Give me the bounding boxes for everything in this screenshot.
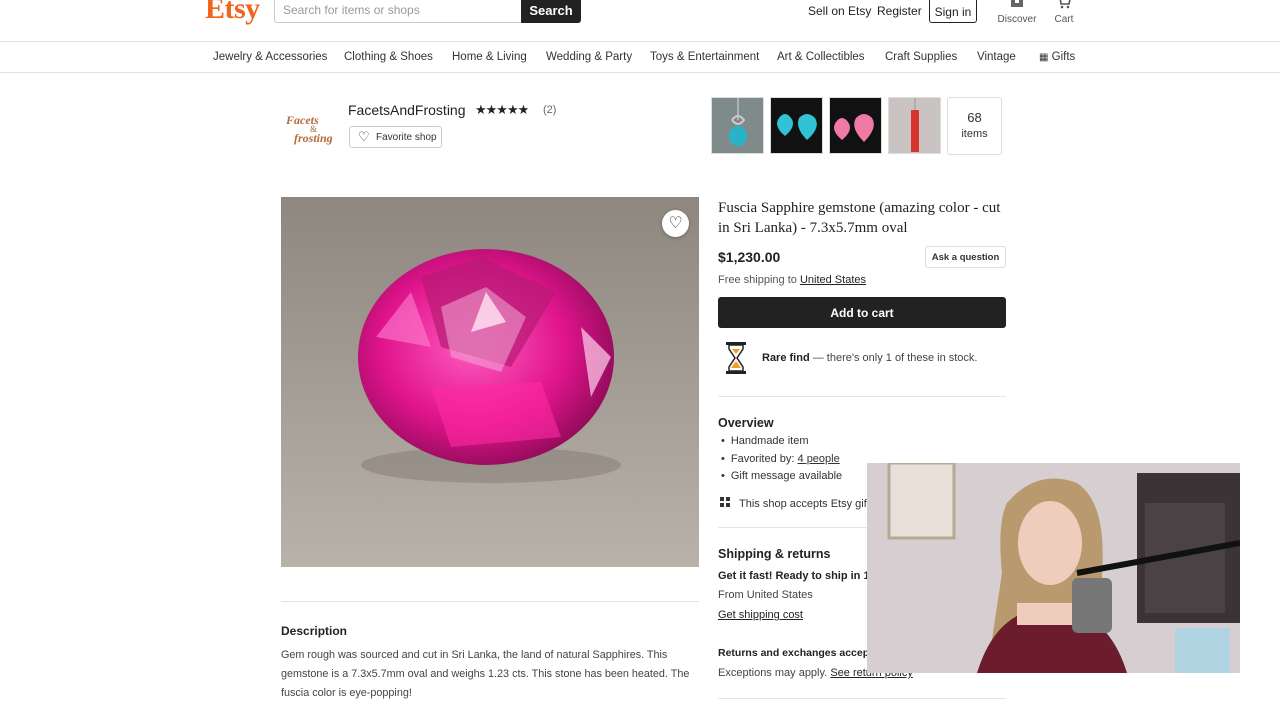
overview-heading: Overview (718, 416, 774, 430)
gift-icon: ▦ (1039, 52, 1049, 63)
category-toys[interactable]: Toys & Entertainment (650, 51, 759, 63)
overview-favorited: • Favorited by: 4 people (721, 453, 840, 465)
favorite-shop-label: Favorite shop (376, 132, 437, 143)
discover-button[interactable]: Discover (997, 0, 1037, 25)
gift-icon (720, 497, 730, 510)
search-button[interactable]: Search (521, 0, 581, 23)
category-clothing[interactable]: Clothing & Shoes (344, 51, 433, 63)
category-vintage[interactable]: Vintage (977, 51, 1016, 63)
rare-find-text: — there's only 1 of these in stock. (809, 352, 978, 364)
rare-find-label: Rare find (762, 352, 810, 364)
overview-gift-message-text: Gift message available (730, 470, 843, 482)
shipping-country-link[interactable]: United States (800, 274, 866, 286)
shop-thumbnail-3[interactable] (829, 97, 882, 154)
cart-icon (1051, 0, 1077, 14)
overview-handmade: • Handmade item (721, 435, 809, 447)
overview-gift-message: • Gift message available (721, 470, 843, 482)
overview-handmade-text: Handmade item (730, 435, 809, 447)
shop-thumbnail-4[interactable] (888, 97, 941, 154)
shipping-heading: Shipping & returns (718, 547, 831, 561)
shop-thumbnail-1[interactable] (711, 97, 764, 154)
site-header: Etsy Search for items or shops Search Se… (0, 0, 1280, 42)
favorited-people-link[interactable]: 4 people (798, 453, 840, 465)
discover-icon (997, 0, 1037, 14)
listing-title: Fuscia Sapphire gemstone (amazing color … (718, 200, 1001, 236)
shop-logo[interactable]: Facets frosting & (284, 108, 342, 150)
register-link[interactable]: Register (877, 4, 922, 18)
add-to-cart-button[interactable]: Add to cart (718, 297, 1006, 328)
category-art[interactable]: Art & Collectibles (777, 51, 865, 63)
category-nav: Jewelry & Accessories Clothing & Shoes H… (0, 43, 1280, 73)
ask-question-button[interactable]: Ask a question (925, 246, 1006, 268)
description-text: Gem rough was sourced and cut in Sri Lan… (281, 649, 690, 699)
cart-label: Cart (1054, 14, 1074, 25)
returns-heading: Returns and exchanges accepted (718, 647, 885, 659)
rare-find-note: Rare find — there's only 1 of these in s… (762, 352, 977, 364)
overview-favorited-text: Favorited by: (730, 453, 795, 465)
exceptions-text: Exceptions may apply. (718, 667, 828, 679)
category-wedding[interactable]: Wedding & Party (546, 51, 632, 63)
sign-in-button[interactable]: Sign in (929, 0, 977, 23)
heart-icon: ♡ (668, 215, 683, 232)
category-craft[interactable]: Craft Supplies (885, 51, 957, 63)
favorite-item-button[interactable]: ♡ (662, 210, 689, 237)
category-jewelry[interactable]: Jewelry & Accessories (213, 51, 327, 63)
shop-thumbnail-2[interactable] (770, 97, 823, 154)
review-count[interactable]: (2) (543, 104, 556, 116)
divider (718, 698, 1006, 699)
items-count-number: 68 (967, 110, 982, 125)
category-gifts[interactable]: ▦ Gifts (1039, 51, 1075, 63)
favorite-shop-button[interactable]: ♡ Favorite shop (349, 126, 442, 148)
free-shipping-text: Free shipping to (718, 274, 797, 286)
gifts-label: Gifts (1051, 51, 1076, 63)
svg-text:&: & (310, 124, 317, 134)
etsy-logo[interactable]: Etsy (205, 0, 260, 26)
search-input[interactable]: Search for items or shops (274, 0, 524, 23)
webcam-overlay (867, 463, 1240, 673)
hourglass-icon (724, 341, 748, 375)
shipping-cost-link[interactable]: Get shipping cost (718, 609, 803, 621)
category-home[interactable]: Home & Living (452, 51, 527, 63)
cart-button[interactable]: Cart (1051, 0, 1077, 25)
divider (718, 396, 1006, 397)
description-heading: Description (281, 624, 348, 638)
items-count-label: items (961, 128, 988, 140)
listing-main-image[interactable] (281, 197, 699, 567)
shop-rating-stars[interactable]: ★★★★★ (475, 102, 529, 118)
free-shipping-line: Free shipping to United States (718, 274, 866, 286)
discover-label: Discover (997, 14, 1037, 25)
listing-price: $1,230.00 (718, 249, 781, 265)
shop-items-count[interactable]: 68 items (947, 97, 1002, 155)
heart-icon: ♡ (358, 129, 370, 144)
ship-from: From United States (718, 589, 813, 601)
shop-name[interactable]: FacetsAndFrosting (348, 102, 466, 118)
sell-on-etsy-link[interactable]: Sell on Etsy (808, 4, 871, 18)
divider (281, 601, 699, 602)
